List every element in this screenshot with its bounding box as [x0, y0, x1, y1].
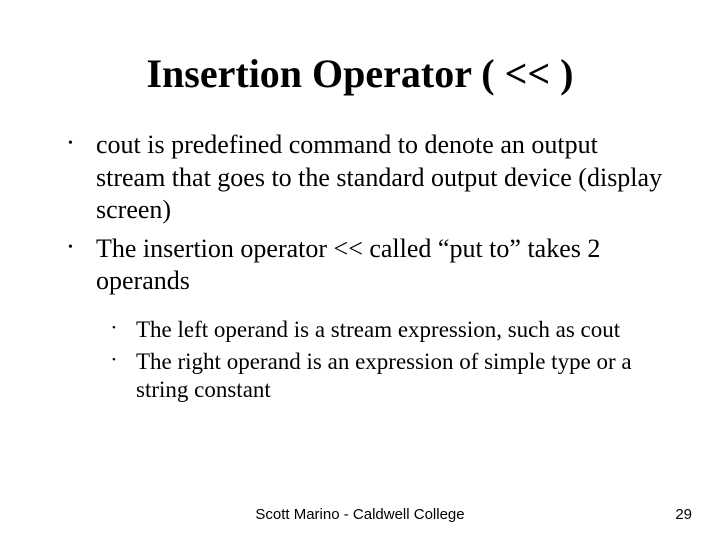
main-bullet-list: cout is predefined command to denote an …: [50, 129, 670, 298]
footer-author: Scott Marino - Caldwell College: [255, 506, 464, 523]
slide: Insertion Operator ( << ) cout is predef…: [0, 0, 720, 540]
bullet-item: cout is predefined command to denote an …: [68, 129, 670, 227]
sub-bullet-list: The left operand is a stream expression,…: [50, 316, 670, 404]
bullet-item: The insertion operator << called “put to…: [68, 233, 670, 298]
sub-bullet-item: The right operand is an expression of si…: [112, 348, 670, 404]
sub-bullet-item: The left operand is a stream expression,…: [112, 316, 670, 344]
page-number: 29: [675, 506, 692, 523]
slide-title: Insertion Operator ( << ): [50, 50, 670, 97]
